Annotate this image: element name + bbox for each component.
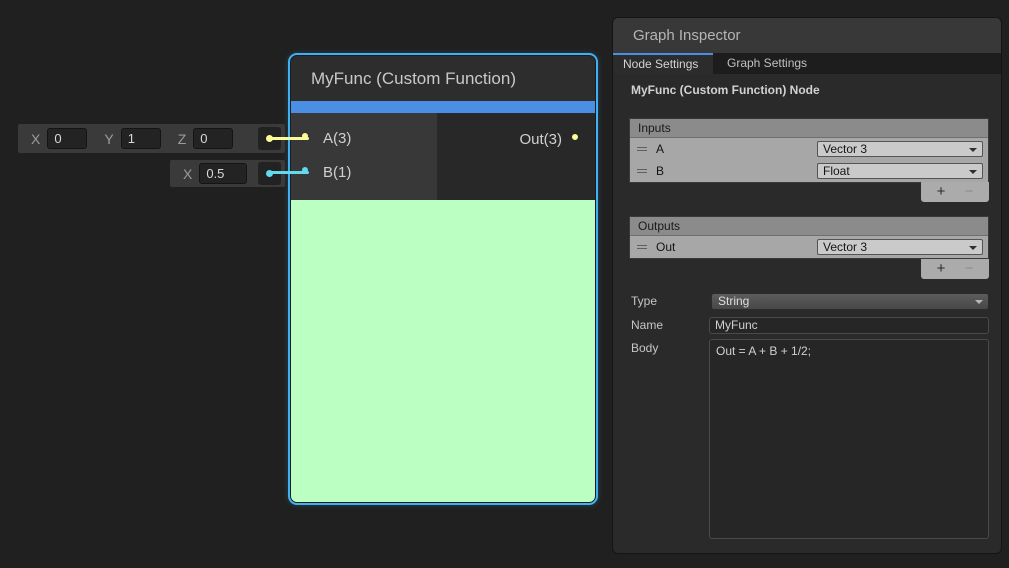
x-value-field[interactable]: 0 [47,128,87,149]
outputs-list: Outputs Out Vector 3 [629,216,989,259]
add-input-button[interactable]: + [927,183,955,201]
dropdown-value: Vector 3 [823,240,867,254]
output-type-dropdown[interactable]: Vector 3 [817,239,983,255]
myfunc-node[interactable]: MyFunc (Custom Function) [288,53,598,505]
tab-graph-settings[interactable]: Graph Settings [713,53,821,74]
axis-label-z: Z [178,131,187,147]
input-row-a[interactable]: A Vector 3 [630,138,988,160]
graph-inspector-panel: Graph Inspector Node Settings Graph Sett… [612,17,1002,554]
port-b-label: B(1) [323,164,351,182]
tab-node-settings[interactable]: Node Settings [613,53,713,74]
axis-label-y: Y [104,131,113,147]
node-body: MyFunc (Custom Function) [291,56,595,502]
vector3-value-widget: X 0 Y 1 Z 0 [18,124,285,153]
chevron-down-icon [975,300,983,304]
body-label: Body [631,341,658,355]
input-name: A [656,142,664,156]
remove-input-button[interactable]: − [955,183,983,201]
drag-handle-icon[interactable] [637,167,647,175]
outputs-list-footer: + − [921,259,989,279]
axis-label-x: X [31,131,40,147]
dropdown-value: String [718,294,749,308]
drag-handle-icon[interactable] [637,243,647,251]
inspector-title: Graph Inspector [613,18,1001,53]
type-label: Type [631,294,657,308]
node-port-area [291,113,595,200]
input-name: B [656,164,664,178]
chevron-down-icon [969,246,977,250]
inspector-tabbar: Node Settings Graph Settings [613,53,1001,74]
port-a-label: A(3) [323,130,351,148]
input-row-b[interactable]: B Float [630,160,988,182]
node-title: MyFunc (Custom Function) [291,56,595,101]
node-accent-bar [291,101,595,113]
inputs-list-footer: + − [921,182,989,202]
port-out-label: Out(3) [470,131,562,149]
node-settings-heading: MyFunc (Custom Function) Node [631,83,820,97]
outputs-list-title: Outputs [630,217,988,236]
input-port-a-icon[interactable] [302,133,308,139]
z-value-field[interactable]: 0 [193,128,233,149]
y-value-field[interactable]: 1 [121,128,161,149]
node-preview [291,200,595,502]
float-value-widget: X 0.5 [170,160,285,187]
node-input-pane [291,113,437,200]
add-output-button[interactable]: + [927,260,955,278]
inputs-list-title: Inputs [630,119,988,138]
inputs-list: Inputs A Vector 3 B Float [629,118,989,183]
chevron-down-icon [969,148,977,152]
type-dropdown[interactable]: String [711,293,989,310]
shader-graph-canvas[interactable]: X 0 Y 1 Z 0 X 0.5 MyFunc (Custom Functio… [0,0,1009,568]
remove-output-button[interactable]: − [955,260,983,278]
name-input[interactable]: MyFunc [709,317,989,334]
axis-label-x: X [183,166,192,182]
dropdown-value: Float [823,164,850,178]
drag-handle-icon[interactable] [637,145,647,153]
input-port-b-icon[interactable] [302,167,308,173]
float-value-field[interactable]: 0.5 [199,163,247,184]
input-b-type-dropdown[interactable]: Float [817,163,983,179]
body-textarea[interactable]: Out = A + B + 1/2; [709,339,989,539]
output-port-icon[interactable] [572,134,578,140]
dropdown-value: Vector 3 [823,142,867,156]
name-label: Name [631,318,663,332]
output-row-out[interactable]: Out Vector 3 [630,236,988,258]
chevron-down-icon [969,170,977,174]
output-name: Out [656,240,675,254]
input-a-type-dropdown[interactable]: Vector 3 [817,141,983,157]
